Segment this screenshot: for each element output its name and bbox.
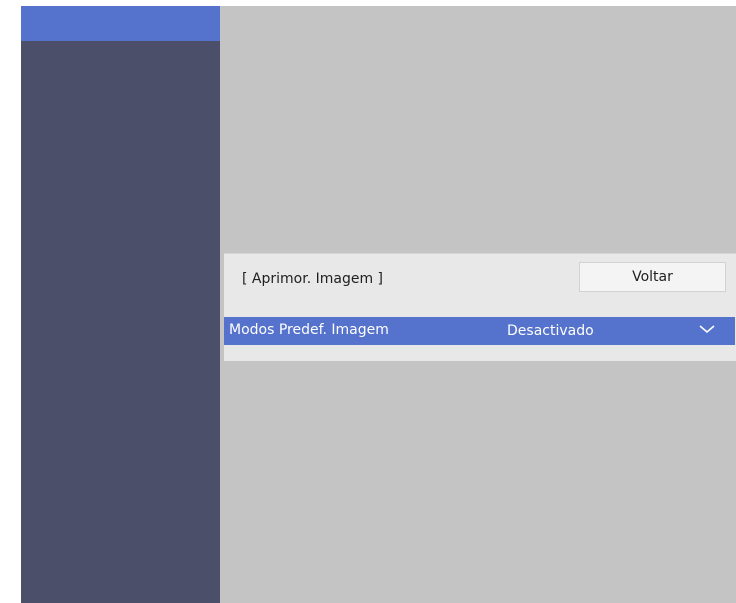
image-enhancement-panel: [ Aprimor. Imagem ] Voltar Modos Predef.… (224, 253, 736, 361)
projector-menu-screen: [ Aprimor. Imagem ] Voltar Modos Predef.… (21, 6, 736, 603)
image-preset-mode-label: Modos Predef. Imagem (229, 322, 389, 338)
back-button[interactable]: Voltar (579, 262, 726, 292)
chevron-down-icon[interactable] (698, 322, 716, 336)
sidebar-selected-item[interactable] (21, 6, 220, 41)
sidebar (21, 6, 220, 603)
image-preset-mode-value: Desactivado (507, 323, 594, 339)
image-preset-mode-row[interactable]: Modos Predef. Imagem Desactivado (224, 317, 735, 345)
panel-title: [ Aprimor. Imagem ] (242, 271, 383, 287)
